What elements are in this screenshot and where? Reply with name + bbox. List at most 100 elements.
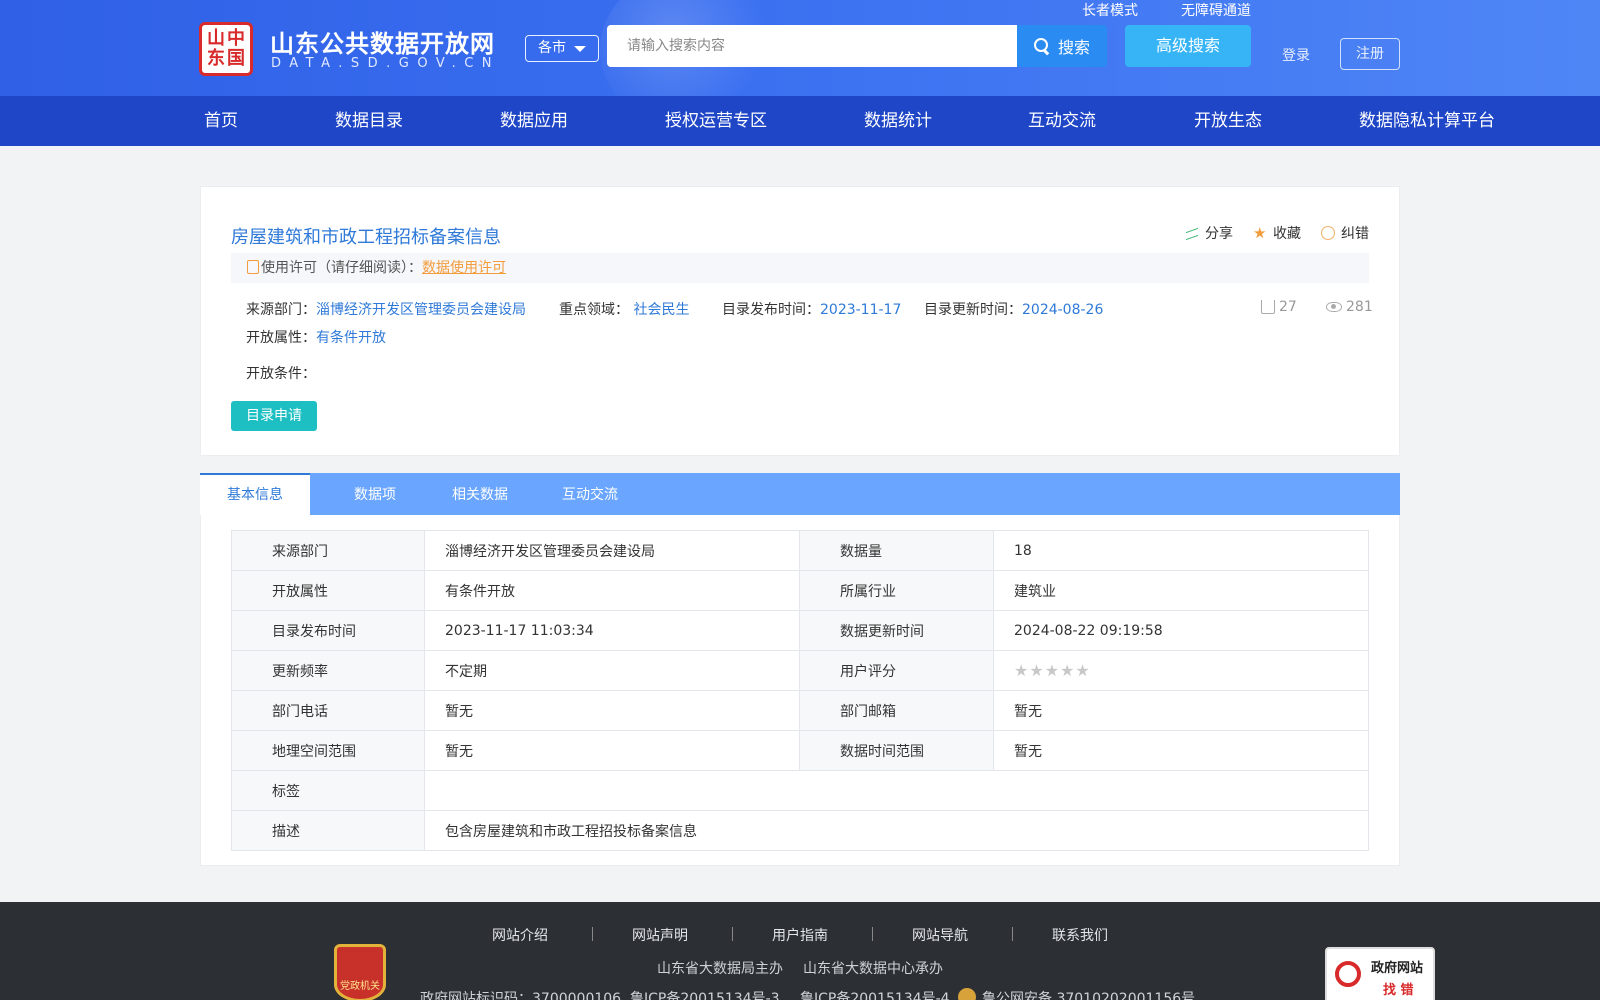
police-record: 鲁公网安备 37010202001156号 xyxy=(982,991,1196,1000)
site-footer: 党政机关 网站介绍 网站声明 用户指南 网站导航 联系我们 山东省大数据局主办 … xyxy=(0,902,1600,1000)
nav-item-home[interactable]: 首页 xyxy=(204,96,238,146)
domain-label: 重点领域： xyxy=(559,302,629,318)
source-dept: 来源部门：淄博经济开发区管理委员会建设局 xyxy=(246,299,526,319)
download-count: 27 xyxy=(1261,299,1297,315)
footer-link-contact[interactable]: 联系我们 xyxy=(1052,925,1108,945)
tab-interaction[interactable]: 互动交流 xyxy=(535,473,645,515)
license-link[interactable]: 数据使用许可 xyxy=(422,260,506,276)
logo-char: 山 xyxy=(207,28,225,49)
share-button[interactable]: 分享 xyxy=(1185,223,1233,243)
advanced-search-button[interactable]: 高级搜索 xyxy=(1125,25,1251,67)
download-value: 27 xyxy=(1279,299,1297,315)
search-icon xyxy=(1033,38,1050,54)
nav-item-privacy-computing[interactable]: 数据隐私计算平台 xyxy=(1359,96,1495,146)
table-row: 更新频率 不定期 用户评分 ★★★★★ xyxy=(231,650,1369,691)
favorite-button[interactable]: ★ 收藏 xyxy=(1253,223,1301,243)
row-label: 所属行业 xyxy=(799,570,994,611)
party-gov-badge-icon[interactable]: 党政机关 xyxy=(334,944,386,1000)
basic-info-panel: 来源部门 淄博经济开发区管理委员会建设局 数据量 18 开放属性 有条件开放 所属行业 建筑业… xyxy=(200,515,1400,866)
magnifier-icon xyxy=(1335,961,1361,987)
row-value: 暂无 xyxy=(993,690,1369,731)
license-bar: 使用许可（请仔细阅读）：数据使用许可 xyxy=(231,253,1369,283)
site-logo[interactable]: 山 中 东 国 xyxy=(199,22,253,76)
rating-stars-icon[interactable]: ★★★★★ xyxy=(1014,661,1091,680)
register-button[interactable]: 注册 xyxy=(1340,38,1400,70)
footer-host: 山东省大数据局主办 xyxy=(657,961,783,977)
logo-seal-icon: 山 中 东 国 xyxy=(206,29,246,69)
publish-label: 目录发布时间： xyxy=(722,302,820,318)
row-label: 目录发布时间 xyxy=(231,610,425,651)
footer-link-about[interactable]: 网站介绍 xyxy=(492,925,548,945)
table-row: 来源部门 淄博经济开发区管理委员会建设局 数据量 18 xyxy=(231,530,1369,571)
police-badge-icon xyxy=(958,988,976,1000)
report-icon xyxy=(1321,226,1335,240)
favorite-label: 收藏 xyxy=(1273,226,1301,242)
row-value: 有条件开放 xyxy=(424,570,800,611)
row-value: 2024-08-22 09:19:58 xyxy=(993,610,1369,651)
elder-mode-link[interactable]: 长者模式 xyxy=(1082,0,1138,20)
row-label: 数据更新时间 xyxy=(799,610,994,651)
tab-basic-info[interactable]: 基本信息 xyxy=(200,473,310,515)
logo-char: 东 xyxy=(207,48,225,69)
desc-label: 描述 xyxy=(231,810,425,851)
update-value: 2024-08-26 xyxy=(1022,302,1104,318)
footer-icp-1[interactable]: 鲁ICP备20015134号-3 xyxy=(630,988,780,1000)
nav-item-apps[interactable]: 数据应用 xyxy=(500,96,568,146)
row-label: 地理空间范围 xyxy=(231,730,425,771)
open-attr-value: 有条件开放 xyxy=(316,330,386,346)
accessibility-link[interactable]: 无障碍通道 xyxy=(1181,0,1251,20)
footer-icp-2[interactable]: 鲁ICP备20015134号-4 xyxy=(800,988,950,1000)
nav-item-statistics[interactable]: 数据统计 xyxy=(864,96,932,146)
view-value: 281 xyxy=(1346,299,1373,315)
row-value: 暂无 xyxy=(424,730,800,771)
footer-police[interactable]: 鲁公网安备 37010202001156号 xyxy=(958,988,1195,1000)
domain-value[interactable]: 社会民生 xyxy=(633,302,689,318)
footer-divider xyxy=(1012,927,1013,941)
site-title[interactable]: 山东公共数据开放网 xyxy=(270,24,495,59)
table-row: 目录发布时间 2023-11-17 11:03:34 数据更新时间 2024-08-2… xyxy=(231,610,1369,651)
dataset-title: 房屋建筑和市政工程招标备案信息 xyxy=(231,227,501,248)
footer-divider xyxy=(592,927,593,941)
tab-data-items[interactable]: 数据项 xyxy=(325,473,425,515)
footer-link-statement[interactable]: 网站声明 xyxy=(632,925,688,945)
gov-badge-action: 找 错 xyxy=(1383,983,1414,998)
dataset-card: 房屋建筑和市政工程招标备案信息 分享 ★ 收藏 纠错 使用许可（请仔细阅读）：数… xyxy=(200,186,1400,456)
table-row: 开放属性 有条件开放 所属行业 建筑业 xyxy=(231,570,1369,611)
footer-link-guide[interactable]: 用户指南 xyxy=(772,925,828,945)
site-domain: DATA.SD.GOV.CN xyxy=(271,56,501,71)
tag-label: 标签 xyxy=(231,770,425,811)
login-link[interactable]: 登录 xyxy=(1282,45,1310,65)
open-attribute: 开放属性：有条件开放 xyxy=(246,327,386,347)
nav-item-ecosystem[interactable]: 开放生态 xyxy=(1194,96,1262,146)
footer-divider xyxy=(872,927,873,941)
site-header: 山 中 东 国 山东公共数据开放网 DATA.SD.GOV.CN 各市 搜索 高… xyxy=(0,0,1600,96)
tag-value xyxy=(424,770,1369,811)
footer-link-sitemap[interactable]: 网站导航 xyxy=(912,925,968,945)
nav-item-catalog[interactable]: 数据目录 xyxy=(335,96,403,146)
logo-char: 中 xyxy=(227,28,245,49)
source-label: 来源部门： xyxy=(246,302,316,318)
bookmark-icon xyxy=(247,260,259,274)
star-icon: ★ xyxy=(1253,224,1267,242)
open-attr-label: 开放属性： xyxy=(246,330,316,346)
view-count: 281 xyxy=(1326,299,1373,315)
row-value: 18 xyxy=(993,530,1369,571)
nav-item-authorized-ops[interactable]: 授权运营专区 xyxy=(665,96,767,146)
catalog-apply-button[interactable]: 目录申请 xyxy=(231,401,317,431)
nav-item-interaction[interactable]: 互动交流 xyxy=(1028,96,1096,146)
basic-info-table: 来源部门 淄博经济开发区管理委员会建设局 数据量 18 开放属性 有条件开放 所属行业 建筑业… xyxy=(231,530,1369,851)
footer-divider xyxy=(732,927,733,941)
download-icon xyxy=(1261,300,1275,314)
search-input[interactable] xyxy=(607,25,1018,67)
tab-related-data[interactable]: 相关数据 xyxy=(430,473,530,515)
report-error-button[interactable]: 纠错 xyxy=(1321,223,1369,243)
license-label: 使用许可（请仔细阅读）： xyxy=(261,260,422,276)
table-row: 描述 包含房屋建筑和市政工程招投标备案信息 xyxy=(231,810,1369,851)
table-row: 部门电话 暂无 部门邮箱 暂无 xyxy=(231,690,1369,731)
search-button[interactable]: 搜索 xyxy=(1017,25,1107,67)
source-value[interactable]: 淄博经济开发区管理委员会建设局 xyxy=(316,302,526,318)
update-time: 目录更新时间：2024-08-26 xyxy=(924,299,1103,319)
gov-site-error-badge[interactable]: 政府网站 找 错 xyxy=(1325,947,1435,1000)
row-label: 部门电话 xyxy=(231,690,425,731)
region-select[interactable]: 各市 xyxy=(525,35,599,62)
